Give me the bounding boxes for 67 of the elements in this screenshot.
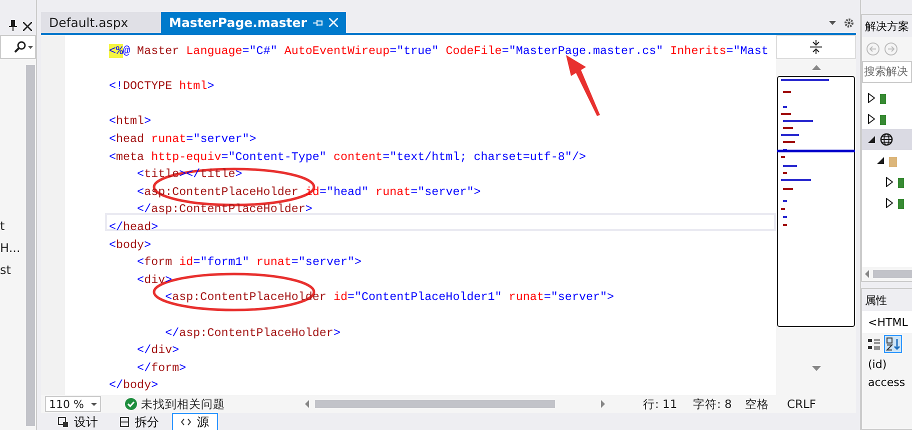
file-icon bbox=[880, 112, 886, 124]
object-selector[interactable]: <HTML bbox=[862, 311, 912, 333]
close-icon[interactable] bbox=[23, 22, 32, 31]
file-icon bbox=[880, 92, 886, 104]
collapse-arrow-icon[interactable] bbox=[868, 136, 875, 143]
scroll-down-arrow-icon[interactable] bbox=[812, 366, 820, 371]
folder-icon bbox=[889, 154, 897, 166]
file-icon bbox=[898, 196, 904, 208]
code-line: </asp:ContentPlaceHolder> bbox=[136, 202, 312, 216]
scroll-left-arrow-icon[interactable] bbox=[305, 400, 309, 408]
tree-item[interactable] bbox=[862, 129, 912, 150]
code-line: <html> bbox=[109, 114, 152, 128]
panel-title: 解决方案 bbox=[862, 15, 912, 37]
view-tab[interactable]: 设计 bbox=[49, 413, 107, 430]
scrollbar-thumb[interactable] bbox=[26, 65, 35, 426]
settings-icon[interactable] bbox=[844, 18, 854, 28]
splitter-icon bbox=[810, 40, 822, 54]
file-icon bbox=[898, 176, 904, 188]
scroll-left-arrow-icon[interactable] bbox=[865, 270, 869, 278]
expand-arrow-icon[interactable] bbox=[868, 92, 875, 102]
code-line: <body> bbox=[109, 238, 152, 252]
list-item[interactable]: t bbox=[0, 219, 26, 233]
expand-arrow-icon[interactable] bbox=[886, 198, 893, 208]
scroll-right-arrow-icon[interactable] bbox=[601, 400, 605, 408]
line-ending: CRLF bbox=[787, 397, 818, 411]
scrollbar-thumb[interactable] bbox=[873, 270, 912, 278]
issues-status: 未找到相关问题 bbox=[141, 396, 225, 412]
expand-arrow-icon[interactable] bbox=[886, 176, 893, 186]
code-line: <meta http-equiv="Content-Type" content="text/html; charset=utf-8"/> bbox=[109, 150, 586, 164]
code-line: </body> bbox=[109, 378, 158, 392]
code-line: </form> bbox=[136, 360, 186, 375]
categorized-icon[interactable] bbox=[868, 338, 880, 350]
dropdown-caret-icon[interactable] bbox=[28, 46, 33, 48]
code-line: </div> bbox=[136, 343, 180, 358]
split-icon bbox=[120, 417, 129, 427]
code-line: <form id="form1" runat="server"> bbox=[136, 255, 362, 270]
scrollbar-thumb[interactable] bbox=[315, 400, 555, 408]
scroll-up-arrow-icon[interactable] bbox=[812, 65, 820, 70]
sort-alphabetical-icon[interactable] bbox=[884, 335, 902, 353]
code-line: </asp:ContentPlaceHolder> bbox=[164, 326, 340, 340]
dropdown-caret-icon bbox=[91, 402, 97, 406]
search-field[interactable]: 搜索解决 bbox=[862, 61, 912, 83]
list-item[interactable]: st bbox=[0, 263, 26, 277]
collapse-arrow-icon[interactable] bbox=[877, 157, 884, 164]
search-field[interactable] bbox=[0, 35, 36, 59]
view-tab[interactable]: 源 bbox=[172, 413, 218, 430]
globe-icon bbox=[880, 133, 893, 146]
design-icon bbox=[58, 417, 68, 427]
dropdown-caret-icon[interactable] bbox=[829, 20, 836, 24]
panel-title: 属性 bbox=[862, 289, 912, 311]
code-line: <%@ Master Language="C#" AutoEventWireup="true" CodeFile="MasterPage.master.cs" Inherits="Mast bbox=[109, 44, 768, 58]
zoom-dropdown[interactable]: 110 % bbox=[45, 396, 101, 412]
code-icon bbox=[181, 418, 191, 426]
code-line: <head runat="server"> bbox=[109, 132, 256, 146]
column-number: 字符: 8 bbox=[693, 396, 731, 412]
expand-arrow-icon[interactable] bbox=[868, 114, 875, 124]
view-tab[interactable]: 拆分 bbox=[111, 413, 168, 430]
property-name[interactable]: access bbox=[862, 373, 912, 391]
document-tab[interactable]: Default.aspx bbox=[41, 12, 161, 33]
list-item[interactable]: H... bbox=[0, 241, 26, 255]
indent-mode: 空格 bbox=[745, 396, 770, 412]
search-icon bbox=[14, 41, 26, 53]
pin-icon[interactable] bbox=[9, 20, 17, 31]
check-icon bbox=[125, 398, 137, 410]
code-line: <!DOCTYPE html> bbox=[109, 79, 214, 94]
property-name[interactable]: (id) bbox=[862, 355, 912, 373]
code-line: </head> bbox=[109, 220, 158, 234]
